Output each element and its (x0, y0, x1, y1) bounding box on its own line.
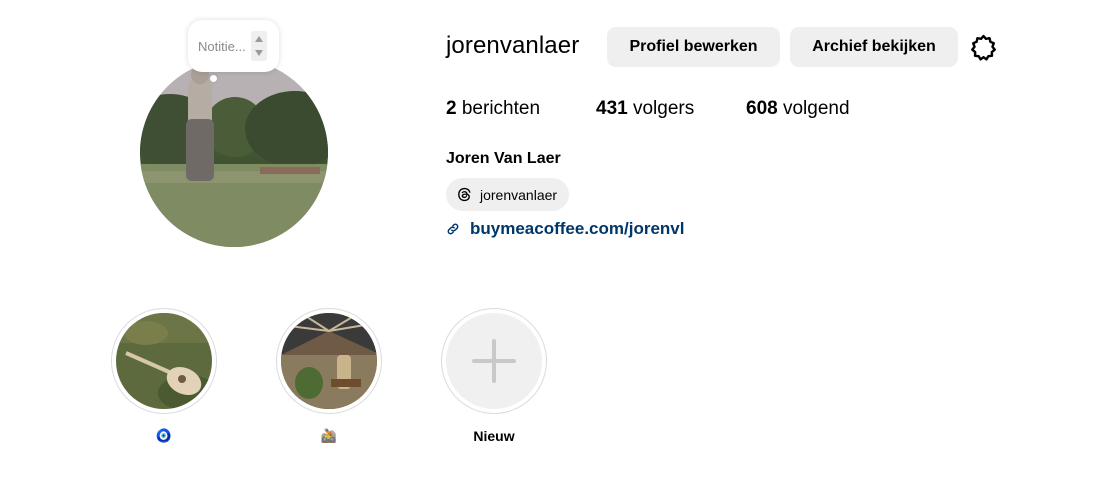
highlight-cover-tent (281, 313, 377, 409)
profile-avatar[interactable] (140, 59, 328, 247)
highlight-label: Nieuw (473, 428, 515, 444)
profile-link-text[interactable]: buymeacoffee.com/jorenvl (470, 219, 684, 239)
highlight-cover-ukulele (116, 313, 212, 409)
view-archive-button[interactable]: Archief bekijken (790, 27, 958, 67)
profile-link[interactable]: buymeacoffee.com/jorenvl (446, 219, 684, 239)
threads-icon (458, 187, 471, 202)
highlight-item[interactable]: 🧿 (111, 308, 217, 444)
highlight-ring[interactable] (276, 308, 382, 414)
posts-count: 2 (446, 98, 457, 119)
following-label: volgend (782, 98, 850, 119)
plus-icon[interactable] (446, 313, 542, 409)
highlight-item[interactable]: 🚵 (276, 308, 382, 444)
followers-label: volgers (632, 98, 695, 119)
profile-full-name: Joren Van Laer (446, 150, 561, 167)
avatar-image (140, 59, 328, 247)
plus-icon-vertical (492, 339, 496, 383)
followers-stat[interactable]: 431 volgers (596, 98, 694, 120)
note-bubble[interactable]: Notitie... (188, 20, 279, 72)
following-stat[interactable]: 608 volgend (746, 98, 850, 120)
edit-profile-button[interactable]: Profiel bewerken (607, 27, 780, 67)
note-stepper[interactable] (251, 31, 267, 61)
posts-label: berichten (461, 98, 541, 119)
following-count: 608 (746, 98, 778, 119)
posts-stat: 2 berichten (446, 98, 540, 120)
gear-icon[interactable] (969, 33, 998, 62)
highlight-label: 🧿 (155, 428, 173, 443)
note-input-placeholder[interactable]: Notitie... (198, 39, 246, 54)
note-bubble-tail (210, 75, 217, 82)
chevron-down-icon[interactable] (255, 50, 263, 56)
highlight-ring[interactable] (111, 308, 217, 414)
link-icon (447, 223, 459, 235)
highlight-ring[interactable] (441, 308, 547, 414)
threads-badge[interactable]: jorenvanlaer (446, 178, 569, 211)
threads-handle: jorenvanlaer (480, 186, 558, 203)
chevron-up-icon[interactable] (255, 36, 263, 42)
highlight-label: 🚵 (320, 428, 338, 443)
new-highlight-button[interactable]: Nieuw (441, 308, 547, 444)
followers-count: 431 (596, 98, 628, 119)
profile-username: jorenvanlaer (446, 32, 580, 59)
